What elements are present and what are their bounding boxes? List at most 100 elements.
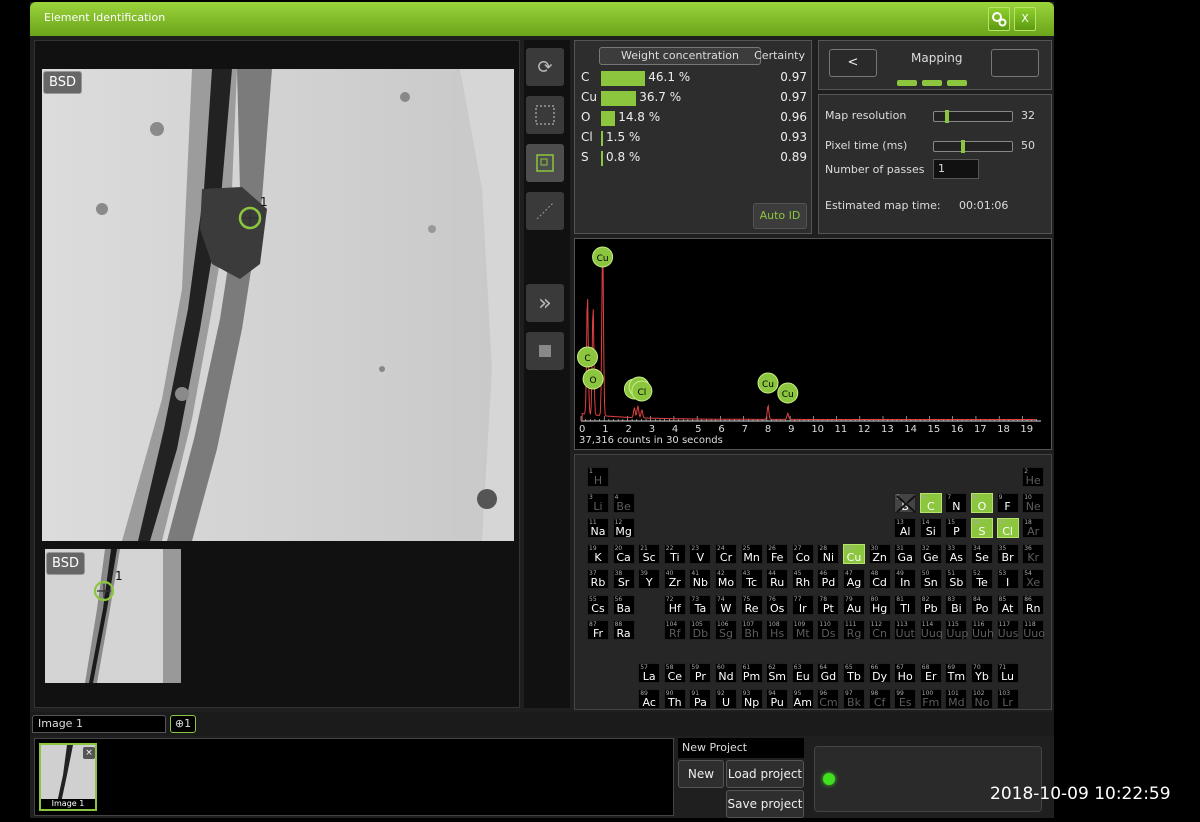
element-ne[interactable]: 10 Ne xyxy=(1022,492,1045,513)
element-f[interactable]: 9F xyxy=(996,492,1019,513)
element-hg[interactable]: 80 Hg xyxy=(868,594,891,615)
element-k[interactable]: 19 K xyxy=(587,543,609,564)
element-ag[interactable]: 47 Ag xyxy=(843,569,865,589)
element-db[interactable]: 105 Db xyxy=(689,620,712,640)
auto-id-button[interactable]: Auto ID xyxy=(753,203,807,229)
element-mn[interactable]: 25 Mn xyxy=(740,543,763,564)
element-ir[interactable]: 77 Ir xyxy=(791,594,814,615)
element-au[interactable]: 79 Au xyxy=(843,594,865,615)
gallery-thumbnail[interactable]: × Image 1 xyxy=(39,743,97,811)
element-sb[interactable]: 51 Sb xyxy=(945,569,968,589)
element-cu[interactable]: 29 Cu xyxy=(843,543,865,564)
element-rf[interactable]: 104 Rf xyxy=(663,620,686,640)
rect-select-button[interactable] xyxy=(526,96,564,134)
element-ca[interactable]: 20 Ca xyxy=(612,543,635,564)
element-os[interactable]: 76 Os xyxy=(766,594,789,615)
element-ta[interactable]: 73 Ta xyxy=(689,594,712,615)
element-bi[interactable]: 83 Bi xyxy=(945,594,968,615)
element-ga[interactable]: 31 Ga xyxy=(894,543,917,564)
element-rg[interactable]: 111 Rg xyxy=(843,620,865,640)
element-fe[interactable]: 26 Fe xyxy=(766,543,789,564)
passes-input[interactable]: 1 xyxy=(933,159,979,179)
element-at[interactable]: 85 At xyxy=(996,594,1019,615)
element-w[interactable]: 74 W xyxy=(715,594,737,615)
element-hf[interactable]: 72 Hf xyxy=(663,594,686,615)
element-md[interactable]: 101 Md xyxy=(945,688,968,709)
element-tl[interactable]: 81 Tl xyxy=(894,594,917,615)
element-po[interactable]: 84 Po xyxy=(971,594,993,615)
element-yb[interactable]: 70 Yb xyxy=(971,663,993,683)
pixel-time-slider[interactable] xyxy=(933,140,1013,153)
element-c[interactable]: 6C xyxy=(919,492,942,513)
acquire-button[interactable]: » xyxy=(526,284,564,322)
element-tc[interactable]: 43 Tc xyxy=(740,569,763,589)
element-cn[interactable]: 112 Cn xyxy=(868,620,891,640)
element-uuh[interactable]: 116 Uuh xyxy=(971,620,994,640)
element-al[interactable]: 13 Al xyxy=(894,518,917,538)
element-fr[interactable]: 87 Fr xyxy=(587,620,609,640)
element-b[interactable]: 5B xyxy=(894,492,917,513)
new-project-button[interactable]: New xyxy=(678,760,724,788)
element-ru[interactable]: 44 Ru xyxy=(766,569,789,589)
element-hs[interactable]: 108 Hs xyxy=(766,620,789,640)
peak-marker[interactable]: Cu xyxy=(757,372,779,394)
stop-button[interactable] xyxy=(526,332,564,370)
element-mg[interactable]: 12 Mg xyxy=(612,518,635,538)
element-rn[interactable]: 86 Rn xyxy=(1022,594,1045,615)
element-si[interactable]: 14 Si xyxy=(919,518,942,538)
element-s[interactable]: 16 S xyxy=(971,518,993,538)
element-cs[interactable]: 55 Cs xyxy=(587,594,609,615)
element-la[interactable]: 57 La xyxy=(638,663,661,683)
element-as[interactable]: 33 As xyxy=(945,543,968,564)
peak-marker[interactable]: Cu xyxy=(777,382,799,404)
element-ge[interactable]: 32 Ge xyxy=(919,543,942,564)
bsd-image[interactable]: BSD 1 xyxy=(42,69,514,541)
project-name-field[interactable]: New Project xyxy=(678,738,804,758)
element-ba[interactable]: 56 Ba xyxy=(612,594,635,615)
element-u[interactable]: 92 U xyxy=(715,688,737,709)
element-v[interactable]: 23 V xyxy=(689,543,712,564)
element-sc[interactable]: 21 Sc xyxy=(638,543,661,564)
element-eu[interactable]: 63 Eu xyxy=(791,663,814,683)
element-te[interactable]: 52 Te xyxy=(971,569,993,589)
element-n[interactable]: 7N xyxy=(945,492,968,513)
element-lu[interactable]: 71 Lu xyxy=(996,663,1019,683)
close-button[interactable]: X xyxy=(1014,7,1036,31)
mapping-prev-button[interactable]: < xyxy=(829,49,877,77)
element-rb[interactable]: 37 Rb xyxy=(587,569,609,589)
element-se[interactable]: 34 Se xyxy=(971,543,993,564)
element-pt[interactable]: 78 Pt xyxy=(817,594,840,615)
element-rh[interactable]: 45 Rh xyxy=(791,569,814,589)
thumbnail-close-icon[interactable]: × xyxy=(83,747,95,759)
element-uuo[interactable]: 118 Uuo xyxy=(1022,620,1045,640)
load-project-button[interactable]: Load project xyxy=(726,760,804,788)
peak-marker[interactable]: Cl xyxy=(631,380,653,402)
element-ac[interactable]: 89 Ac xyxy=(638,688,661,709)
save-project-button[interactable]: Save project xyxy=(726,790,804,818)
element-sr[interactable]: 38 Sr xyxy=(612,569,635,589)
element-th[interactable]: 90 Th xyxy=(663,688,686,709)
element-ds[interactable]: 110 Ds xyxy=(817,620,840,640)
thumbnail-view[interactable]: BSD 1 xyxy=(45,549,181,683)
element-er[interactable]: 68 Er xyxy=(919,663,942,683)
element-y[interactable]: 39 Y xyxy=(638,569,661,589)
element-mt[interactable]: 109 Mt xyxy=(791,620,814,640)
element-gd[interactable]: 64 Gd xyxy=(817,663,840,683)
crosshair-icon[interactable] xyxy=(238,205,266,233)
element-bk[interactable]: 97 Bk xyxy=(843,688,865,709)
element-pb[interactable]: 82 Pb xyxy=(919,594,942,615)
element-uut[interactable]: 113 Uut xyxy=(894,620,917,640)
element-cr[interactable]: 24 Cr xyxy=(715,543,737,564)
element-i[interactable]: 53 I xyxy=(996,569,1019,589)
element-zn[interactable]: 30 Zn xyxy=(868,543,891,564)
element-uup[interactable]: 115 Uup xyxy=(945,620,968,640)
peak-marker[interactable]: Cu xyxy=(592,246,614,268)
element-am[interactable]: 95 Am xyxy=(791,688,814,709)
peak-marker[interactable]: C xyxy=(577,346,599,368)
mapping-next-button[interactable] xyxy=(991,49,1039,77)
element-tm[interactable]: 69 Tm xyxy=(945,663,968,683)
element-ra[interactable]: 88 Ra xyxy=(612,620,635,640)
element-ti[interactable]: 22 Ti xyxy=(663,543,686,564)
element-pm[interactable]: 61 Pm xyxy=(740,663,763,683)
element-sm[interactable]: 62 Sm xyxy=(766,663,789,683)
